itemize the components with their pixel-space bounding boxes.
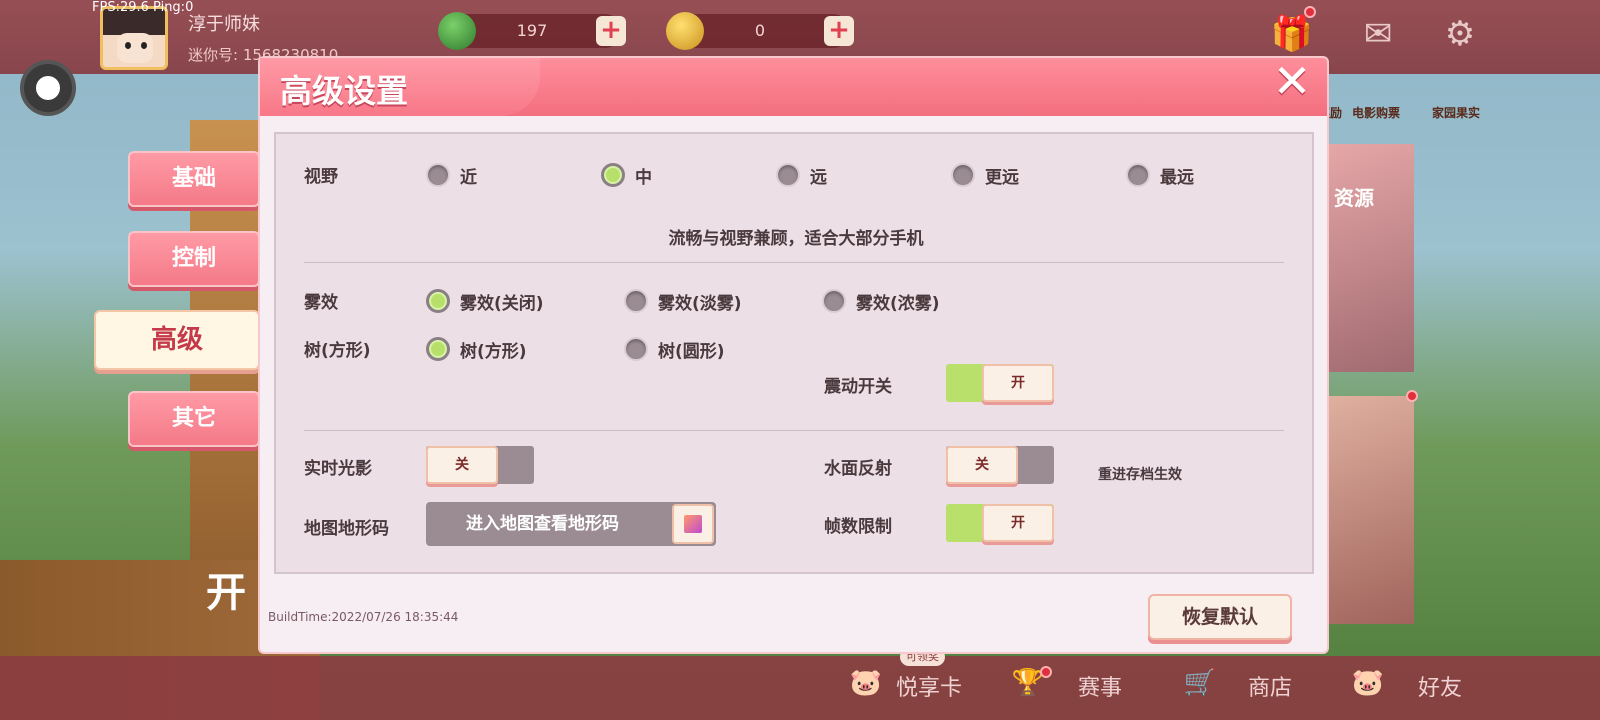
vibration-toggle[interactable]: 开 bbox=[946, 364, 1054, 402]
view-description: 流畅与视野兼顾，适合大部分手机 bbox=[668, 229, 924, 249]
title-plate: 高级设置 bbox=[260, 58, 540, 116]
username: 淳于师妹 bbox=[188, 14, 260, 35]
record-button[interactable] bbox=[20, 60, 76, 116]
notification-dot bbox=[1406, 390, 1418, 402]
option-label: 更远 bbox=[985, 167, 1019, 188]
radio-icon bbox=[822, 289, 846, 313]
water-reflection-label: 水面反射 bbox=[824, 459, 892, 479]
option-label: 远 bbox=[810, 167, 827, 188]
toggle-knob: 开 bbox=[982, 504, 1054, 542]
settings-panel: 视野 近 中 远 更远 最远 流畅与视野兼顾，适合大部分手机 雾效 雾效(关闭) bbox=[274, 132, 1314, 574]
toggle-knob: 关 bbox=[946, 446, 1018, 484]
option-label: 雾效(关闭) bbox=[460, 293, 544, 314]
resource-label: 资源 bbox=[1334, 186, 1374, 210]
tree-label: 树(方形) bbox=[304, 341, 371, 361]
tree-option-round[interactable]: 树(圆形) bbox=[624, 336, 725, 362]
view-label: 视野 bbox=[304, 167, 338, 187]
fps-readout: FPS:29.6 Ping:0 bbox=[92, 0, 194, 15]
tab-other[interactable]: 其它 bbox=[128, 391, 260, 447]
advanced-settings-dialog: 高级设置 ✕ 视野 近 中 远 更远 最远 流畅与视野兼顾，适合大部分手机 雾效 bbox=[260, 58, 1327, 652]
radio-selected-icon bbox=[426, 289, 450, 313]
button-label: 进入地图查看地形码 bbox=[466, 514, 619, 534]
build-time: BuildTime:2022/07/26 18:35:44 bbox=[268, 610, 459, 624]
view-option-near[interactable]: 近 bbox=[426, 162, 477, 188]
dialog-title: 高级设置 bbox=[280, 72, 409, 110]
frame-limit-toggle[interactable]: 开 bbox=[946, 504, 1054, 542]
pig-icon: 🐷 bbox=[849, 668, 883, 698]
fog-label: 雾效 bbox=[304, 293, 338, 313]
realtime-shadow-label: 实时光影 bbox=[304, 459, 372, 479]
tab-control[interactable]: 控制 bbox=[128, 231, 260, 287]
coin-icon bbox=[666, 12, 704, 50]
toggle-knob: 关 bbox=[426, 446, 498, 484]
cart-icon: 🛒 bbox=[1183, 668, 1217, 698]
view-terrain-code-button[interactable]: 进入地图查看地形码 bbox=[426, 502, 716, 546]
gem-counter: 197 + bbox=[438, 12, 626, 50]
water-reflection-toggle[interactable]: 关 bbox=[946, 446, 1054, 484]
option-label: 雾效(浓雾) bbox=[856, 293, 940, 314]
frame-limit-label: 帧数限制 bbox=[824, 517, 892, 537]
gem-value: 197 bbox=[516, 21, 548, 40]
restore-defaults-button[interactable]: 恢复默认 bbox=[1148, 594, 1292, 640]
gear-icon[interactable]: ⚙ bbox=[1438, 12, 1482, 56]
notification-dot bbox=[1040, 666, 1052, 678]
divider bbox=[304, 262, 1284, 263]
mail-icon[interactable]: ✉ bbox=[1356, 12, 1400, 56]
divider bbox=[304, 430, 1284, 431]
nav-vip-card[interactable]: 悦享卡 bbox=[896, 670, 962, 702]
radio-icon bbox=[426, 163, 450, 187]
radio-icon bbox=[624, 337, 648, 361]
view-option-farthest[interactable]: 最远 bbox=[1126, 162, 1194, 188]
view-option-medium[interactable]: 中 bbox=[601, 162, 652, 188]
terrain-code-icon bbox=[672, 504, 714, 544]
nav-friends[interactable]: 好友 bbox=[1418, 670, 1462, 702]
dialog-header: 高级设置 ✕ bbox=[260, 58, 1327, 116]
radio-icon bbox=[1126, 163, 1150, 187]
reload-note: 重进存档生效 bbox=[1098, 467, 1182, 483]
coin-value: 0 bbox=[754, 21, 766, 40]
radio-selected-icon bbox=[601, 163, 625, 187]
gem-icon bbox=[438, 12, 476, 50]
option-label: 树(圆形) bbox=[658, 341, 725, 362]
nav-shop[interactable]: 商店 bbox=[1248, 670, 1292, 702]
toggle-knob: 开 bbox=[982, 364, 1054, 402]
radio-icon bbox=[624, 289, 648, 313]
option-label: 最远 bbox=[1160, 167, 1194, 188]
gift-icon[interactable]: 🎁 bbox=[1270, 12, 1314, 56]
terrain-code-label: 地图地形码 bbox=[304, 519, 389, 539]
option-label: 中 bbox=[635, 167, 652, 188]
home-fruit-tag: 家园果实 bbox=[1432, 106, 1481, 120]
option-label: 树(方形) bbox=[460, 341, 527, 362]
movie-ticket-tag: 电影购票 bbox=[1352, 106, 1401, 120]
friend-icon: 🐷 bbox=[1351, 668, 1385, 698]
coin-counter: 0 + bbox=[666, 12, 854, 50]
tab-basic[interactable]: 基础 bbox=[128, 151, 260, 207]
notification-dot bbox=[1304, 6, 1316, 18]
fog-option-light[interactable]: 雾效(淡雾) bbox=[624, 288, 742, 314]
view-option-far[interactable]: 远 bbox=[776, 162, 827, 188]
close-icon[interactable]: ✕ bbox=[1271, 58, 1313, 104]
avatar[interactable] bbox=[100, 6, 168, 70]
vibration-label: 震动开关 bbox=[824, 377, 892, 397]
event-tile[interactable] bbox=[1322, 396, 1414, 624]
add-gem-button[interactable]: + bbox=[596, 16, 626, 46]
radio-selected-icon bbox=[426, 337, 450, 361]
add-coin-button[interactable]: + bbox=[824, 16, 854, 46]
realtime-shadow-toggle[interactable]: 关 bbox=[426, 446, 534, 484]
nav-events[interactable]: 赛事 bbox=[1078, 670, 1122, 702]
radio-icon bbox=[776, 163, 800, 187]
view-option-farther[interactable]: 更远 bbox=[951, 162, 1019, 188]
tree-option-square[interactable]: 树(方形) bbox=[426, 336, 527, 362]
resource-tile[interactable] bbox=[1322, 144, 1414, 372]
option-label: 近 bbox=[460, 167, 477, 188]
fog-option-off[interactable]: 雾效(关闭) bbox=[426, 288, 544, 314]
fog-option-heavy[interactable]: 雾效(浓雾) bbox=[822, 288, 940, 314]
radio-icon bbox=[951, 163, 975, 187]
start-text: 开 bbox=[206, 570, 246, 616]
tab-advanced[interactable]: 高级 bbox=[94, 310, 260, 370]
option-label: 雾效(淡雾) bbox=[658, 293, 742, 314]
